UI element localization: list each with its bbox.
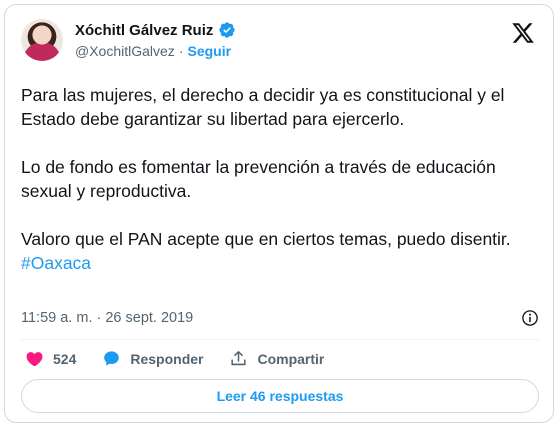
verified-badge-icon — [219, 22, 236, 38]
tweet-timestamp[interactable]: 11:59 a. m. · 26 sept. 2019 — [21, 310, 193, 326]
handle-separator: · — [178, 43, 184, 59]
tweet-meta-row: 11:59 a. m. · 26 sept. 2019 — [21, 309, 539, 327]
divider — [21, 339, 539, 340]
x-logo-icon[interactable] — [511, 21, 535, 45]
tweet-paragraph: Para las mujeres, el derecho a decidir y… — [21, 85, 505, 129]
tweet-text: Para las mujeres, el derecho a decidir y… — [21, 83, 536, 275]
share-icon — [231, 351, 247, 366]
share-label: Compartir — [257, 350, 325, 367]
action-bar: 524 Responder Compartir — [25, 349, 350, 368]
author-name[interactable]: Xóchitl Gálvez Ruiz — [75, 22, 213, 39]
reply-button[interactable]: Responder — [102, 349, 203, 368]
info-icon[interactable] — [521, 309, 539, 327]
hashtag-link[interactable]: #Oaxaca — [21, 251, 536, 275]
tweet-card: Xóchitl Gálvez Ruiz @XochitlGalvez · Seg… — [4, 4, 554, 423]
reply-bubble-icon — [104, 351, 120, 366]
follow-button[interactable]: Seguir — [187, 43, 231, 59]
like-count: 524 — [53, 350, 77, 367]
author-name-row: Xóchitl Gálvez Ruiz — [75, 21, 236, 39]
avatar[interactable] — [21, 19, 63, 61]
share-button[interactable]: Compartir — [229, 349, 324, 368]
author-handle-row: @XochitlGalvez · Seguir — [75, 43, 231, 59]
read-replies-button[interactable]: Leer 46 respuestas — [21, 379, 539, 413]
heart-icon — [26, 352, 43, 367]
like-button[interactable]: 524 — [25, 349, 76, 368]
tweet-paragraph: Valoro que el PAN acepte que en ciertos … — [21, 229, 511, 249]
tweet-paragraph: Lo de fondo es fomentar la prevención a … — [21, 157, 496, 201]
author-handle[interactable]: @XochitlGalvez — [75, 43, 175, 59]
reply-label: Responder — [130, 350, 204, 367]
